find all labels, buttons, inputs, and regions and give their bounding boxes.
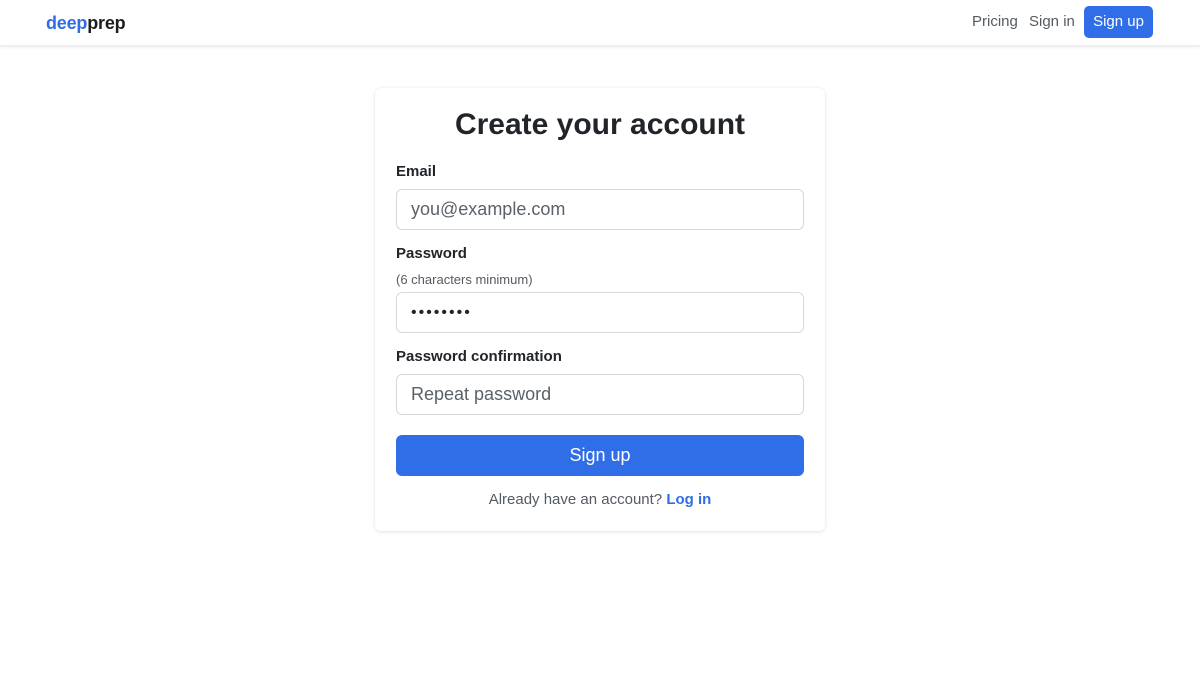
email-label: Email: [396, 163, 437, 180]
log-in-link[interactable]: Log in: [666, 491, 711, 508]
signup-card: Create your account Email Password (6 ch…: [375, 88, 825, 531]
email-field[interactable]: [396, 189, 804, 230]
nav-link-sign-in[interactable]: Sign in: [1029, 13, 1075, 31]
password-hint: (6 characters minimum): [396, 272, 533, 287]
nav-link-pricing[interactable]: Pricing: [972, 13, 1018, 31]
page-title: Create your account: [454, 108, 746, 141]
nav-sign-up-button[interactable]: Sign up: [1084, 6, 1153, 38]
password-confirmation-field[interactable]: [396, 374, 804, 415]
password-field[interactable]: [396, 292, 804, 333]
login-prompt: Already have an account? Log in: [375, 491, 825, 509]
brand-logo-part-deep: deep: [46, 13, 88, 33]
brand-logo[interactable]: deepprep: [46, 12, 126, 34]
top-navbar: deepprep Pricing Sign in Sign up: [0, 0, 1200, 46]
password-confirmation-label: Password confirmation: [396, 348, 562, 365]
login-prompt-text: Already have an account?: [488, 491, 663, 508]
password-label: Password: [396, 245, 467, 262]
brand-logo-part-prep: prep: [87, 13, 126, 33]
sign-up-submit-button[interactable]: Sign up: [396, 435, 804, 476]
